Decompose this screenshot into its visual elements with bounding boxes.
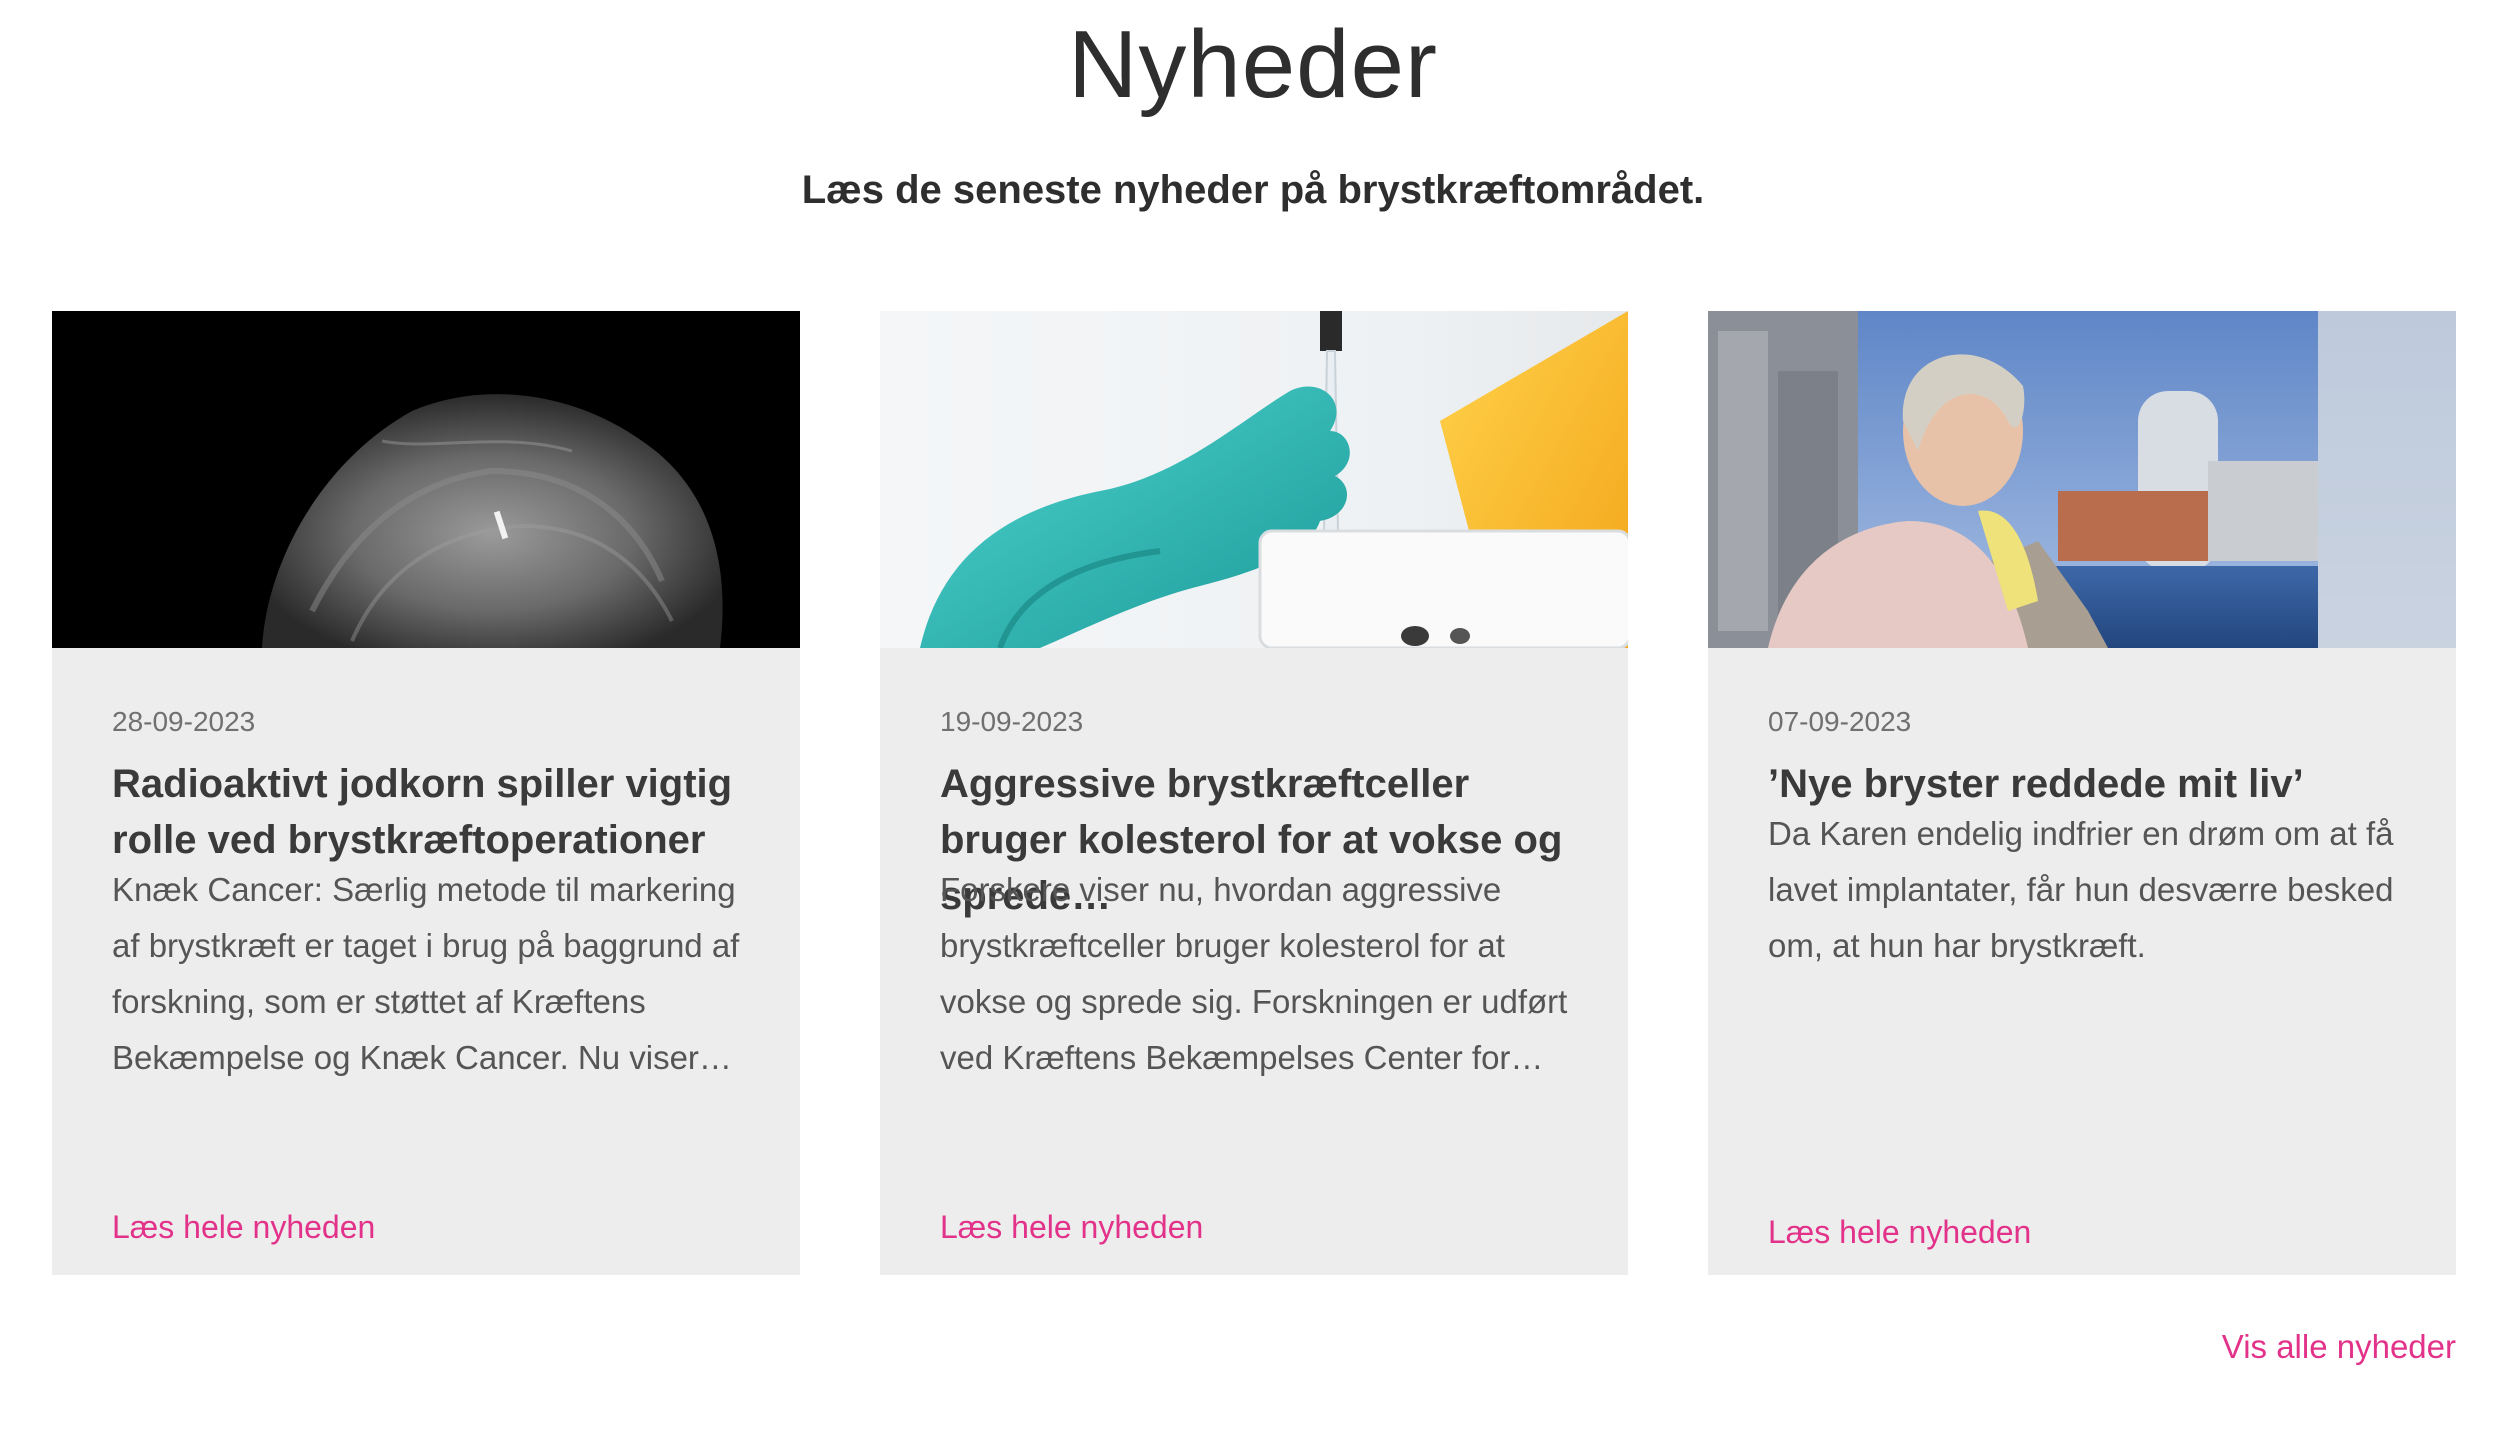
view-all-news-link[interactable]: Vis alle nyheder xyxy=(2222,1328,2456,1366)
news-card-body: 19-09-2023 Aggressive brystkræftceller b… xyxy=(880,648,1628,1275)
read-more-link[interactable]: Læs hele nyheden xyxy=(112,1209,375,1246)
page-subtitle: Læs de seneste nyheder på brystkræftområ… xyxy=(801,168,1705,212)
news-date: 19-09-2023 xyxy=(940,706,1084,737)
news-title[interactable]: ’Nye bryster reddede mit liv’ xyxy=(1768,756,2416,812)
news-date: 07-09-2023 xyxy=(1768,706,1912,737)
news-excerpt: Da Karen endelig indfrier en drøm om at … xyxy=(1768,815,2394,964)
news-card[interactable]: 28-09-2023 Radioaktivt jodkorn spiller v… xyxy=(52,311,800,1275)
news-title[interactable]: Radioaktivt jodkorn spiller vigtig rolle… xyxy=(112,756,760,868)
news-card[interactable]: 07-09-2023 ’Nye bryster reddede mit liv’… xyxy=(1708,311,2456,1275)
news-section: Nyheder Læs de seneste nyheder på brystk… xyxy=(0,0,2506,1430)
read-more-link[interactable]: Læs hele nyheden xyxy=(1768,1214,2031,1251)
news-card-list: 28-09-2023 Radioaktivt jodkorn spiller v… xyxy=(52,311,2456,1275)
news-excerpt: Forskere viser nu, hvordan aggressive br… xyxy=(940,871,1568,1076)
woman-harbour-portrait-image[interactable] xyxy=(1708,311,2456,648)
mammogram-image[interactable] xyxy=(52,311,800,648)
news-card-body: 28-09-2023 Radioaktivt jodkorn spiller v… xyxy=(52,648,800,1275)
page-title: Nyheder xyxy=(1068,11,1438,118)
news-date: 28-09-2023 xyxy=(112,706,256,737)
news-excerpt: Knæk Cancer: Særlig metode til markering… xyxy=(112,871,740,1076)
news-card[interactable]: 19-09-2023 Aggressive brystkræftceller b… xyxy=(880,311,1628,1275)
news-card-body: 07-09-2023 ’Nye bryster reddede mit liv’… xyxy=(1708,648,2456,1275)
read-more-link[interactable]: Læs hele nyheden xyxy=(940,1209,1203,1246)
lab-glove-pipette-image[interactable] xyxy=(880,311,1628,648)
